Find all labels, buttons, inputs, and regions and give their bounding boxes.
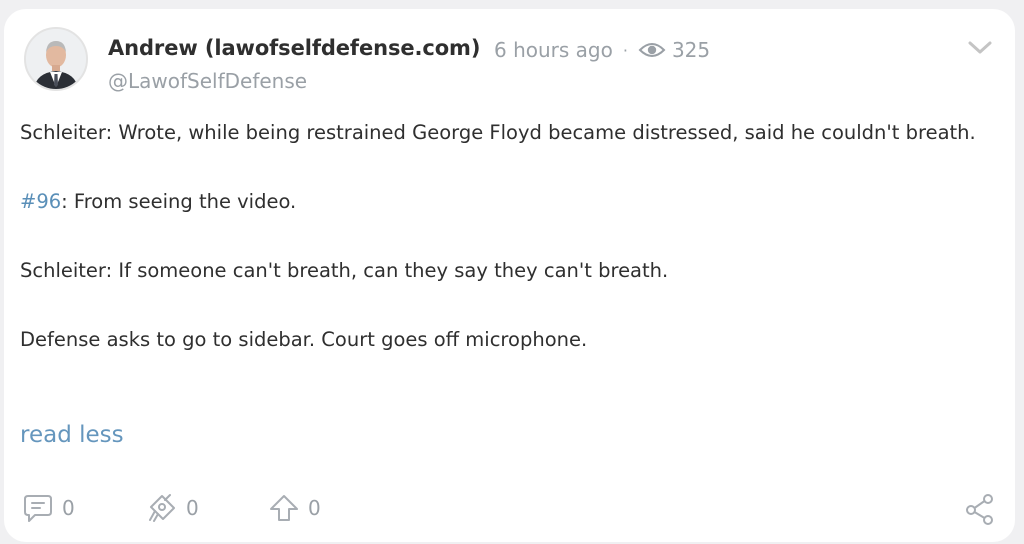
post-card: Andrew (lawofselfdefense.com) 6 hours ag…	[4, 9, 1015, 542]
post-paragraph: Schleiter: Wrote, while being restrained…	[20, 121, 976, 144]
author-handle[interactable]: @LawofSelfDefense	[108, 69, 307, 93]
upvote-count: 0	[308, 496, 321, 520]
post-paragraph: Schleiter: If someone can't breath, can …	[20, 259, 669, 282]
post-meta: 6 hours ago · 325	[494, 38, 710, 62]
view-count: 325	[671, 38, 711, 62]
post-time: 6 hours ago	[494, 38, 613, 62]
hashtag-link[interactable]: #96	[20, 190, 61, 213]
post-paragraph: Defense asks to go to sidebar. Court goe…	[20, 328, 588, 351]
chevron-down-icon[interactable]	[966, 37, 994, 57]
eye-icon	[638, 40, 666, 60]
read-less-link[interactable]: read less	[20, 422, 124, 448]
meta-separator: ·	[622, 40, 628, 60]
avatar-image	[26, 29, 86, 89]
avatar[interactable]	[24, 27, 88, 91]
comment-icon	[24, 495, 52, 522]
upvote-arrow-icon	[270, 495, 298, 521]
upvote-button[interactable]: 0	[268, 493, 321, 523]
tip-icon	[149, 494, 175, 522]
post-paragraph: #96: From seeing the video.	[20, 185, 980, 219]
share-icon[interactable]	[964, 493, 996, 525]
author-name[interactable]: Andrew (lawofselfdefense.com)	[108, 36, 480, 60]
comment-button[interactable]: 0	[22, 493, 75, 523]
tip-count: 0	[186, 496, 199, 520]
comment-count: 0	[62, 496, 75, 520]
post-body: Schleiter: Wrote, while being restrained…	[20, 116, 980, 392]
post-paragraph-text: : From seeing the video.	[61, 190, 297, 213]
tip-button[interactable]: 0	[146, 493, 199, 523]
